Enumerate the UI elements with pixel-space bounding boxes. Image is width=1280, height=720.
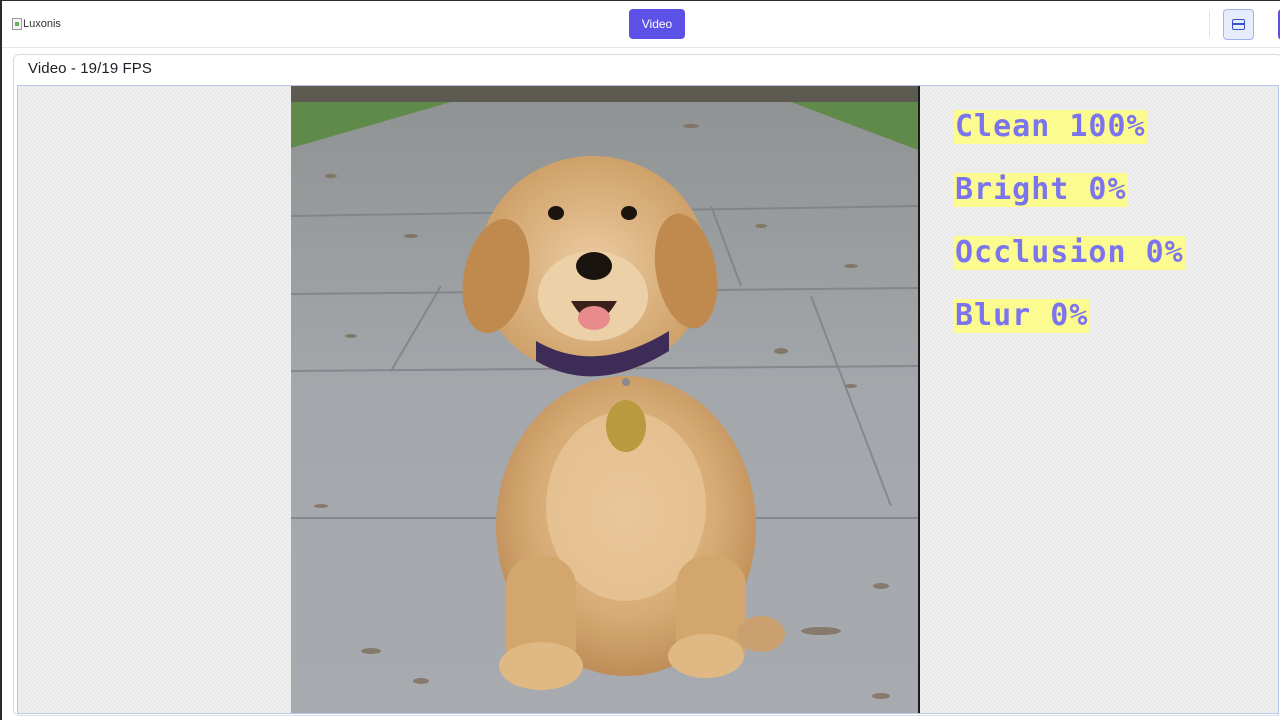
video-stream-area: Clean 100% Bright 0% Occlusion 0% Blur 0…	[17, 85, 1279, 714]
overlay-label-clean: Clean 100%	[954, 109, 1147, 144]
top-toolbar: Luxonis Video	[2, 1, 1280, 48]
layout-split-icon	[1232, 19, 1245, 30]
video-panel: Video - 19/19 FPS Clean 100% Bright 0% O…	[13, 54, 1280, 716]
puppy-video-image	[291, 86, 918, 713]
broken-image-icon	[12, 18, 22, 30]
app-window: Luxonis Video Video - 19/19 FPS Clean 10…	[0, 0, 1280, 720]
video-frame	[291, 86, 920, 713]
overlay-label-occlusion: Occlusion 0%	[954, 235, 1185, 270]
video-tab-button[interactable]: Video	[629, 9, 685, 39]
logo-alt-text: Luxonis	[23, 18, 61, 30]
layout-toggle-button[interactable]	[1223, 9, 1254, 40]
luxonis-logo: Luxonis	[12, 16, 61, 32]
panel-title: Video - 19/19 FPS	[28, 60, 152, 77]
overlay-label-bright: Bright 0%	[954, 172, 1128, 207]
toolbar-divider	[1209, 11, 1210, 37]
overlay-label-blur: Blur 0%	[954, 298, 1090, 333]
